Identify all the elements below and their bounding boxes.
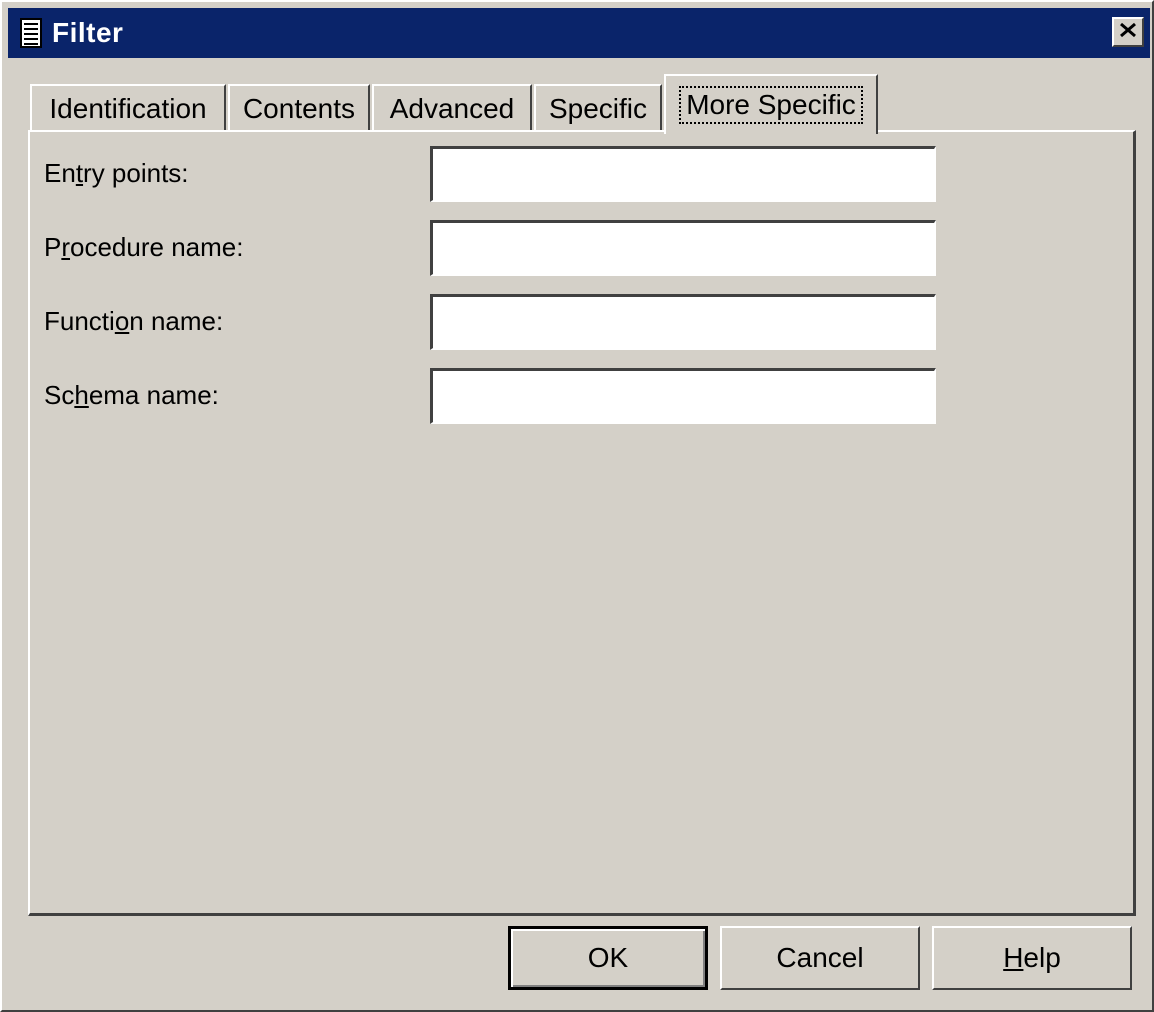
- tab-panel-more-specific: Entry points: Procedure name: Function n…: [28, 130, 1136, 916]
- ok-button[interactable]: OK: [508, 926, 708, 990]
- tab-advanced[interactable]: Advanced: [372, 84, 532, 132]
- help-label: elp: [1023, 942, 1061, 973]
- schema-name-label: Schema name:: [44, 380, 219, 410]
- procedure-name-label: Procedure name:: [44, 232, 244, 262]
- tab-label: Specific: [548, 93, 648, 124]
- entry-points-label: Entry points:: [44, 158, 189, 188]
- procedure-name-input[interactable]: [430, 220, 936, 276]
- schema-name-input[interactable]: [430, 368, 936, 424]
- tab-label: Contents: [242, 93, 356, 124]
- close-icon: [1119, 22, 1137, 43]
- tab-specific[interactable]: Specific: [534, 84, 662, 132]
- tab-identification[interactable]: Identification: [30, 84, 226, 132]
- filter-dialog: Filter Identification Contents Advanced …: [0, 0, 1154, 1012]
- tab-contents[interactable]: Contents: [228, 84, 370, 132]
- document-icon: [16, 15, 46, 51]
- title-bar[interactable]: Filter: [8, 8, 1150, 58]
- cancel-button[interactable]: Cancel: [720, 926, 920, 990]
- tab-more-specific[interactable]: More Specific: [664, 74, 878, 134]
- function-name-input[interactable]: [430, 294, 936, 350]
- tab-label: Advanced: [389, 93, 515, 124]
- help-accelerator: H: [1003, 942, 1024, 973]
- tab-label: Identification: [49, 93, 207, 124]
- window-title: Filter: [52, 17, 124, 48]
- close-button[interactable]: [1112, 17, 1144, 47]
- help-button[interactable]: Help: [932, 926, 1132, 990]
- tab-label: More Specific: [679, 86, 863, 124]
- function-name-label: Function name:: [44, 306, 224, 336]
- entry-points-input[interactable]: [430, 146, 936, 202]
